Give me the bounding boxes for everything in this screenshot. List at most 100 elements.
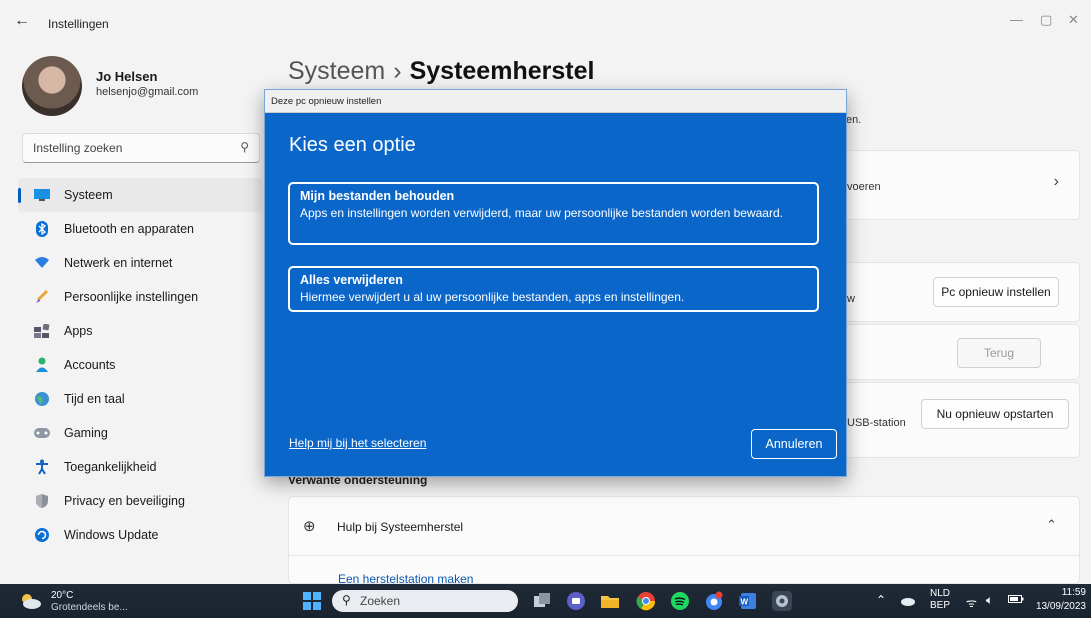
taskbar-search[interactable]: ⚲ Zoeken: [332, 590, 518, 612]
sidebar-item-label: Apps: [64, 324, 93, 338]
sidebar-item-label: Privacy en beveiliging: [64, 494, 185, 508]
spotify-icon[interactable]: [670, 591, 690, 611]
chevron-right-icon: ›: [1053, 173, 1059, 190]
option-description: Apps en instellingen worden verwijderd, …: [300, 206, 783, 220]
windows-start-icon[interactable]: [302, 591, 322, 611]
reset-pc-button[interactable]: Pc opnieuw instellen: [933, 277, 1059, 307]
chevron-up-icon[interactable]: ⌃: [1046, 517, 1057, 533]
search-placeholder: Instelling zoeken: [33, 141, 123, 155]
task-view-icon[interactable]: [532, 591, 552, 611]
option-remove-everything[interactable]: Alles verwijderen Hiermee verwijdert u a…: [288, 266, 819, 312]
brush-icon: [32, 289, 52, 305]
sidebar-item-apps[interactable]: Apps: [18, 314, 262, 348]
help-card[interactable]: ⊕ Hulp bij Systeemherstel ⌃: [288, 496, 1080, 584]
taskbar: 20°C Grotendeels be... ⚲ Zoeken W ⌃ NLD …: [0, 584, 1091, 618]
sidebar-item-label: Systeem: [64, 188, 113, 202]
option-title: Mijn bestanden behouden: [300, 189, 455, 203]
sidebar-item-netwerk[interactable]: Netwerk en internet: [18, 246, 262, 280]
sidebar-item-gaming[interactable]: Gaming: [18, 416, 262, 450]
weather-desc: Grotendeels be...: [51, 602, 128, 613]
card-text-fragment: voeren: [847, 181, 881, 193]
globe-icon: ⊕: [303, 518, 316, 535]
volume-icon[interactable]: 🔈︎: [986, 593, 993, 608]
dialog-title: Deze pc opnieuw instellen: [265, 90, 846, 113]
sidebar-item-windows-update[interactable]: Windows Update: [18, 518, 262, 552]
profile-email: helsenjo@gmail.com: [96, 86, 199, 98]
svg-text:W: W: [741, 598, 749, 607]
option-title: Alles verwijderen: [300, 273, 403, 287]
divider: [289, 555, 1079, 556]
card-text-fragment: USB-station: [847, 417, 906, 429]
bluetooth-icon: [32, 221, 52, 237]
word-icon[interactable]: W: [738, 591, 758, 611]
search-icon: ⚲: [240, 140, 249, 154]
back-button[interactable]: Terug: [957, 338, 1041, 368]
sidebar-item-label: Gaming: [64, 426, 108, 440]
update-icon: [32, 527, 52, 543]
page-title: Systeemherstel: [409, 57, 595, 85]
sidebar-item-label: Windows Update: [64, 528, 159, 542]
language-top: NLD: [930, 588, 951, 599]
page-subtitle-fragment: en.: [846, 114, 862, 126]
settings-gear-icon[interactable]: [772, 591, 792, 611]
option-keep-files[interactable]: Mijn bestanden behouden Apps en instelli…: [288, 182, 819, 245]
restart-now-button[interactable]: Nu opnieuw opstarten: [921, 399, 1069, 429]
chevron-up-icon[interactable]: ⌃: [876, 593, 886, 607]
clock-date[interactable]: 13/09/2023: [1030, 601, 1086, 612]
sidebar-item-label: Accounts: [64, 358, 116, 372]
sidebar: Systeem Bluetooth en apparaten Netwerk e…: [18, 178, 262, 552]
help-row-label: Hulp bij Systeemherstel: [337, 520, 464, 534]
sidebar-item-label: Tijd en taal: [64, 392, 125, 406]
onedrive-cloud-icon[interactable]: [900, 594, 916, 609]
sidebar-item-toegankelijkheid[interactable]: Toegankelijkheid: [18, 450, 262, 484]
card-text-fragment: w: [847, 293, 855, 305]
option-description: Hiermee verwijdert u al uw persoonlijke …: [300, 290, 685, 304]
apps-icon: [32, 323, 52, 339]
language-bottom: BEP: [930, 600, 951, 611]
accessibility-icon: [32, 459, 52, 475]
maximize-icon[interactable]: ▢: [1040, 12, 1052, 28]
gamepad-icon: [32, 425, 52, 441]
sidebar-item-label: Bluetooth en apparaten: [64, 222, 194, 236]
sidebar-item-label: Netwerk en internet: [64, 256, 173, 270]
sidebar-item-tijd-taal[interactable]: Tijd en taal: [18, 382, 262, 416]
sidebar-item-privacy[interactable]: Privacy en beveiliging: [18, 484, 262, 518]
sidebar-item-bluetooth[interactable]: Bluetooth en apparaten: [18, 212, 262, 246]
profile-name: Jo Helsen: [96, 69, 158, 84]
breadcrumb: Systeem › Systeemherstel: [288, 57, 594, 86]
chrome-icon[interactable]: [636, 591, 656, 611]
shield-icon: [32, 493, 52, 509]
sidebar-item-persoonlijk[interactable]: Persoonlijke instellingen: [18, 280, 262, 314]
wifi-icon: [32, 255, 52, 271]
close-icon[interactable]: ✕: [1068, 12, 1079, 28]
file-explorer-icon[interactable]: [600, 591, 620, 611]
wifi-icon[interactable]: ᯤ: [966, 594, 977, 611]
search-icon: ⚲: [342, 593, 351, 607]
language-indicator[interactable]: NLD BEP: [930, 588, 950, 612]
title-bar: ← Instellingen — ▢ ✕: [0, 0, 1091, 44]
taskbar-search-placeholder: Zoeken: [360, 594, 401, 608]
sidebar-item-systeem[interactable]: Systeem: [18, 178, 262, 212]
battery-icon[interactable]: [1008, 594, 1024, 607]
back-arrow-icon[interactable]: ←: [14, 12, 30, 30]
person-icon: [32, 357, 52, 373]
chrome-beta-icon[interactable]: [704, 591, 724, 611]
cancel-button[interactable]: Annuleren: [751, 429, 837, 459]
breadcrumb-separator: ›: [393, 57, 402, 85]
teams-chat-icon[interactable]: [566, 591, 586, 611]
avatar[interactable]: [22, 56, 82, 116]
sidebar-item-label: Toegankelijkheid: [64, 460, 157, 474]
sidebar-item-accounts[interactable]: Accounts: [18, 348, 262, 382]
sidebar-item-label: Persoonlijke instellingen: [64, 290, 199, 304]
weather-widget[interactable]: 20°C Grotendeels be...: [18, 589, 158, 615]
help-select-link[interactable]: Help mij bij het selecteren: [289, 436, 426, 450]
active-indicator: [18, 188, 21, 203]
clock-time[interactable]: 11:59: [1046, 587, 1086, 598]
dialog-heading: Kies een optie: [289, 134, 416, 156]
cloud-sun-icon: [18, 593, 42, 609]
search-input[interactable]: Instelling zoeken ⚲: [22, 133, 260, 163]
minimize-icon[interactable]: —: [1010, 12, 1023, 27]
weather-temp: 20°C: [51, 590, 74, 601]
reset-pc-dialog: Deze pc opnieuw instellen Kies een optie…: [264, 89, 847, 477]
breadcrumb-parent[interactable]: Systeem: [288, 57, 385, 85]
